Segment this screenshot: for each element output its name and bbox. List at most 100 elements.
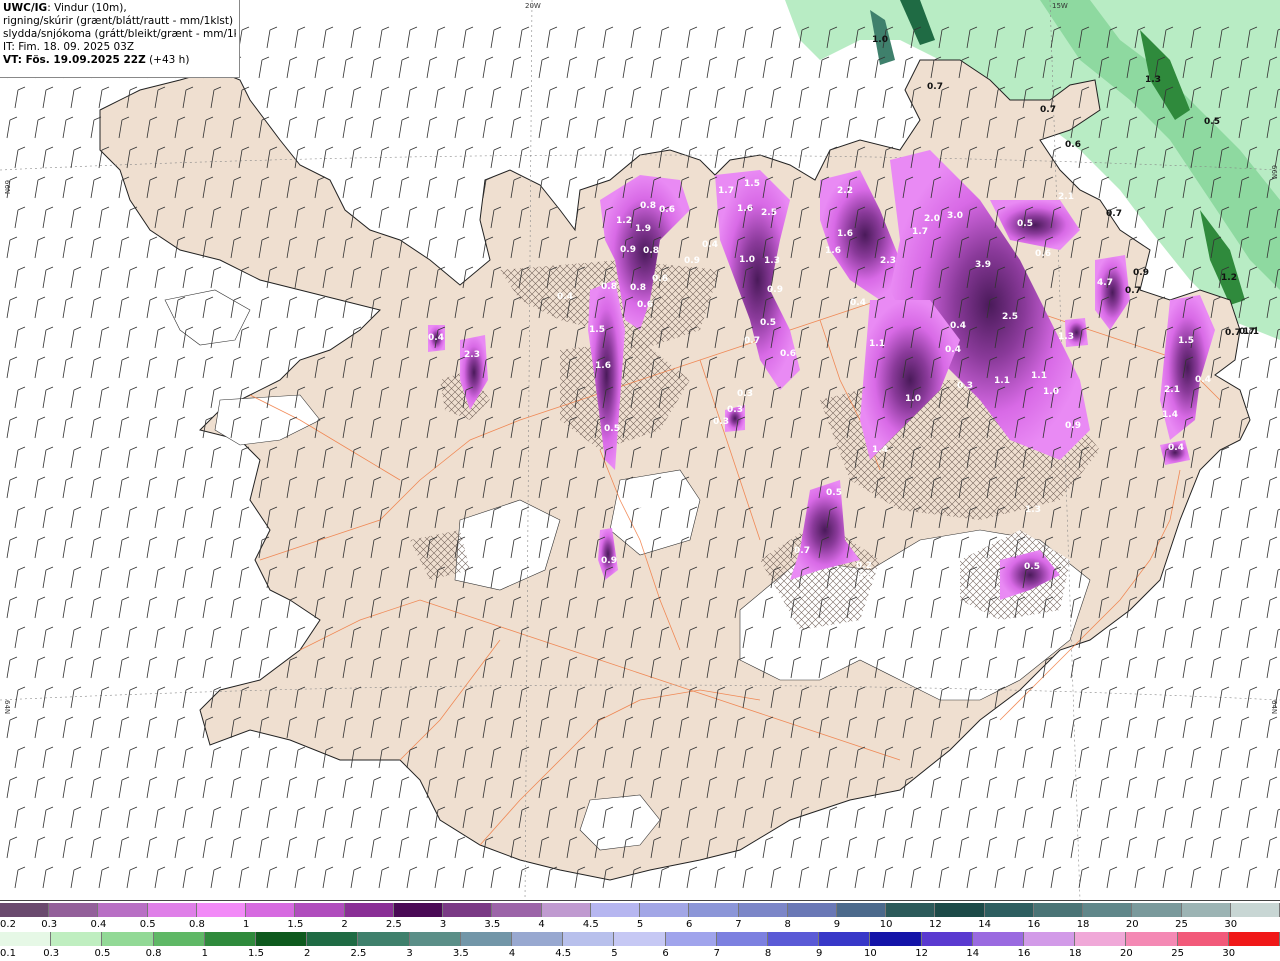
legend-swatch <box>640 903 690 917</box>
precip-value: 0.8 <box>630 283 646 293</box>
precip-value: 0.9 <box>767 285 783 295</box>
legend-swatch <box>1083 903 1133 917</box>
rain-color-scale <box>0 932 1280 946</box>
legend-label: 4 <box>508 948 516 959</box>
precip-value: 2.1 <box>1058 192 1074 202</box>
legend-label: 10 <box>879 919 893 930</box>
legend-swatch <box>393 903 444 917</box>
legend-label: 6 <box>686 919 693 930</box>
precip-value: 0.7 <box>744 336 760 346</box>
legend-label: 14 <box>978 919 991 930</box>
legend-label: 20 <box>1125 919 1139 930</box>
legend-swatch <box>49 903 99 917</box>
precip-value: 2.0 <box>924 214 940 224</box>
precip-value: 1.4 <box>1162 410 1178 420</box>
legend-label: 18 <box>1068 948 1082 959</box>
legend-label: 14 <box>966 948 980 959</box>
legend-label: 16 <box>1017 948 1031 959</box>
legend-swatch <box>984 903 1034 917</box>
legend-label: 9 <box>833 919 841 930</box>
sea-value: 0.9 <box>1133 268 1149 278</box>
legend-label: 12 <box>915 948 928 959</box>
sea-value: 0.6 <box>1065 140 1081 150</box>
legend-label: 4.5 <box>555 948 572 959</box>
legend-swatch <box>689 903 739 917</box>
legend-label: 0.3 <box>41 919 58 930</box>
title-rest: : Vindur (10m), <box>47 2 127 14</box>
legend-label: 7 <box>713 948 720 959</box>
snow-scale-labels: 0.2 0.3 0.4 0.5 0.8 1 1.5 2 2.5 3 3.5 4 4.5 5 6 7 8 9 10 12… <box>0 919 1280 931</box>
legend-label: 0.5 <box>94 948 111 959</box>
legend-swatch <box>614 932 666 946</box>
legend-swatch <box>590 903 641 917</box>
legend-label: 10 <box>864 948 877 959</box>
precip-value: 2.3 <box>880 256 896 266</box>
sea-value: 1.1 <box>1243 327 1259 337</box>
legend-label: 2 <box>341 919 348 930</box>
legend-swatch <box>344 903 394 917</box>
info-title-line: UWC/IG: Vindur (10m), <box>3 2 236 15</box>
precip-value: 3.9 <box>975 260 991 270</box>
precip-value: 0.5 <box>826 488 842 498</box>
precip-value: 0.8 <box>601 282 617 292</box>
legend-swatch <box>563 932 615 946</box>
info-init-time: IT: Fim. 18. 09. 2025 03Z <box>3 41 135 53</box>
precip-value: 0.3 <box>957 381 973 391</box>
legend-label: 0.1 <box>0 948 16 959</box>
legend-swatch <box>1181 903 1231 917</box>
legend-label: 4.5 <box>582 919 599 930</box>
legend-label: 2.5 <box>385 919 402 930</box>
legend-label: 0.8 <box>188 919 205 930</box>
precip-value: 0.5 <box>1024 562 1040 572</box>
legend-label: 6 <box>662 948 669 959</box>
precip-value: 2.5 <box>761 208 777 218</box>
legend-swatch <box>1230 903 1280 917</box>
info-rain-desc: rigning/skúrir (grænt/blátt/rautt - mm/1… <box>3 15 236 27</box>
color-legend: 0.2 0.3 0.4 0.5 0.8 1 1.5 2 2.5 3 3.5 4 4.5 5 6 7 8 9 10 12… <box>0 900 1280 961</box>
legend-swatch <box>665 932 717 946</box>
legend-label: 16 <box>1027 919 1041 930</box>
precip-value: 0.4 <box>702 240 718 250</box>
sea-value: 0.7 <box>1106 209 1122 219</box>
model-name: UWC/IG <box>3 2 48 14</box>
legend-swatch <box>153 932 205 946</box>
legend-swatch <box>1132 903 1182 917</box>
legend-label: 1 <box>201 948 208 959</box>
precip-value: 0.4 <box>950 321 966 331</box>
sea-value: 1.2 <box>1221 273 1237 283</box>
map-info-box: UWC/IG: Vindur (10m), rigning/skúrir (gr… <box>0 0 240 78</box>
legend-label: 2 <box>304 948 311 959</box>
legend-swatch <box>460 932 513 946</box>
precip-value: 0.4 <box>945 345 961 355</box>
precip-value: 0.5 <box>604 424 620 434</box>
legend-swatch <box>307 932 359 946</box>
legend-swatch <box>147 903 197 917</box>
legend-label: 1.5 <box>248 948 264 959</box>
legend-label: 2.5 <box>350 948 367 959</box>
legend-label: 3 <box>406 948 413 959</box>
legend-swatch <box>0 903 50 917</box>
legend-label: 30 <box>1224 919 1238 930</box>
precip-value: 0.6 <box>780 349 796 359</box>
precip-value: 1.6 <box>837 229 853 239</box>
precip-value: 0.5 <box>1017 219 1033 229</box>
sea-value: 0.7 <box>1125 286 1141 296</box>
legend-label: 5 <box>636 919 644 930</box>
precip-value: 1.7 <box>718 186 734 196</box>
precip-value: 0.4 <box>557 292 573 302</box>
precip-value: 1.2 <box>616 216 632 226</box>
legend-swatch <box>1075 932 1127 946</box>
legend-label: 4 <box>538 919 545 930</box>
legend-label: 1 <box>242 919 250 930</box>
precip-value: 1.1 <box>994 376 1010 386</box>
rain-scale-labels: 0.1 0.3 0.5 0.8 1 1.5 2 2.5 3 3.5 4 4.5 5 6 7 8 9 10 12 14 1… <box>0 948 1280 960</box>
legend-swatch <box>768 932 820 946</box>
legend-swatch <box>886 903 936 917</box>
sea-value: 0.5 <box>1204 117 1220 127</box>
precip-value: 1.7 <box>912 227 928 237</box>
legend-swatch <box>256 932 308 946</box>
legend-swatch <box>358 932 410 946</box>
legend-swatch <box>51 932 103 946</box>
legend-swatch <box>738 903 788 917</box>
lat-label-left-64n: 64N <box>3 700 11 714</box>
